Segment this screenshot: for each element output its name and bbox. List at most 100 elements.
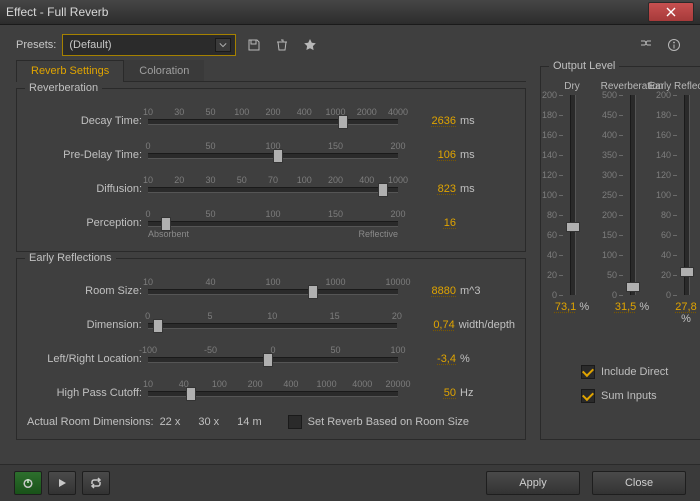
sum-inputs-checkbox[interactable] <box>581 389 595 403</box>
loop-button[interactable] <box>82 471 110 495</box>
delete-preset-button[interactable] <box>272 35 292 55</box>
power-button[interactable] <box>14 471 42 495</box>
slider-thumb[interactable] <box>263 353 273 367</box>
include-direct-label: Include Direct <box>601 366 668 378</box>
slider-dimension[interactable]: 05101520 <box>148 311 397 333</box>
help-button[interactable] <box>664 35 684 55</box>
preset-dropdown-button[interactable] <box>215 38 231 52</box>
slider-track <box>148 187 398 193</box>
preset-select[interactable]: (Default) <box>62 34 236 56</box>
group-title-early: Early Reflections <box>25 252 116 264</box>
tick: 50 <box>237 175 247 185</box>
favorite-button[interactable] <box>300 35 320 55</box>
vtick: 120 <box>542 170 557 180</box>
room-dimensions-row: Actual Room Dimensions: 22 x 30 x 14 m S… <box>27 415 515 429</box>
tick: 10 <box>143 379 153 389</box>
window-title: Effect - Full Reverb <box>6 5 646 19</box>
param-label-lr_loc: Left/Right Location: <box>27 353 148 367</box>
output-num-er[interactable]: 27,8 <box>675 301 696 313</box>
vtrack <box>630 95 636 295</box>
vtick: 0 <box>666 290 671 300</box>
param-label-hpf: High Pass Cutoff: <box>27 387 148 401</box>
apply-button[interactable]: Apply <box>486 471 580 495</box>
vtrack <box>684 95 690 295</box>
value-predelay[interactable]: 106 <box>406 149 456 163</box>
vslider-rev[interactable]: 500450400350300250200150100500 <box>619 95 645 295</box>
power-icon <box>22 477 34 489</box>
close-icon <box>666 7 676 17</box>
output-col-dry: Dry20018016014012010080604020073,1 % <box>551 81 593 325</box>
tick: 150 <box>328 209 343 219</box>
slider-hpf[interactable]: 10401002004001000400020000 <box>148 379 398 401</box>
tick: 15 <box>330 311 340 321</box>
close-button[interactable]: Close <box>592 471 686 495</box>
sum-inputs-label: Sum Inputs <box>601 390 657 402</box>
vthumb[interactable] <box>680 267 694 277</box>
vtick: 80 <box>661 210 671 220</box>
value-diffusion[interactable]: 823 <box>406 183 456 197</box>
play-icon <box>56 477 68 489</box>
value-lr_loc[interactable]: -3,4 <box>406 353 456 367</box>
channel-map-button[interactable] <box>636 35 656 55</box>
vthumb[interactable] <box>626 282 640 292</box>
slider-thumb[interactable] <box>378 183 388 197</box>
group-title-reverberation: Reverberation <box>25 82 102 94</box>
slider-room_size[interactable]: 1040100100010000 <box>148 277 398 299</box>
value-perception[interactable]: 16 <box>406 217 456 231</box>
param-label-predelay: Pre-Delay Time: <box>27 149 148 163</box>
slider-thumb[interactable] <box>308 285 318 299</box>
slider-track <box>148 289 398 295</box>
slider-thumb[interactable] <box>153 319 163 333</box>
output-title-dry: Dry <box>564 81 580 92</box>
output-num-rev[interactable]: 31,5 <box>615 301 636 313</box>
play-button[interactable] <box>48 471 76 495</box>
vtick: 120 <box>656 170 671 180</box>
value-hpf[interactable]: 50 <box>406 387 456 401</box>
param-lr_loc: Left/Right Location:-100-50050100-3,4% <box>27 345 515 367</box>
tick: 0 <box>145 209 150 219</box>
vtick: 180 <box>656 110 671 120</box>
tab-settings[interactable]: Reverb Settings <box>16 60 124 81</box>
presets-label: Presets: <box>16 39 56 51</box>
vtick: 150 <box>602 230 617 240</box>
room-dim-z: 14 m <box>237 416 261 428</box>
trash-icon <box>275 38 289 52</box>
value-room_size[interactable]: 8880 <box>406 285 456 299</box>
tick: -100 <box>139 345 157 355</box>
tick: 40 <box>205 277 215 287</box>
vslider-dry[interactable]: 200180160140120100806040200 <box>559 95 585 295</box>
vtick: 0 <box>612 290 617 300</box>
slider-thumb[interactable] <box>273 149 283 163</box>
vtick: 20 <box>661 270 671 280</box>
slider-decay[interactable]: 103050100200400100020004000 <box>148 107 398 129</box>
vtrack <box>570 95 576 295</box>
tick: 1000 <box>325 277 345 287</box>
slider-predelay[interactable]: 050100150200 <box>148 141 398 163</box>
close-window-button[interactable] <box>648 2 694 22</box>
vslider-er[interactable]: 200180160140120100806040200 <box>673 95 699 295</box>
value-decay[interactable]: 2636 <box>406 115 456 129</box>
vtick: 350 <box>602 150 617 160</box>
tab-coloration[interactable]: Coloration <box>124 60 204 81</box>
unit-decay: ms <box>460 115 475 129</box>
tick: 10 <box>267 311 277 321</box>
tick: 20 <box>392 311 402 321</box>
tick: 30 <box>174 107 184 117</box>
slider-perception[interactable]: 050100150200AbsorbentReflective <box>148 209 398 231</box>
tick: 50 <box>205 141 215 151</box>
slider-thumb[interactable] <box>338 115 348 129</box>
include-direct-checkbox[interactable] <box>581 365 595 379</box>
tick: 20 <box>174 175 184 185</box>
tick: 0 <box>145 141 150 151</box>
value-dimension[interactable]: 0,74 <box>405 319 455 333</box>
slider-lr_loc[interactable]: -100-50050100 <box>148 345 398 367</box>
vtick: 0 <box>552 290 557 300</box>
tick: 100 <box>234 107 249 117</box>
set-reverb-checkbox[interactable] <box>288 415 302 429</box>
slider-thumb[interactable] <box>186 387 196 401</box>
save-preset-button[interactable] <box>244 35 264 55</box>
slider-diffusion[interactable]: 10203050701002004001000 <box>148 175 398 197</box>
output-num-dry[interactable]: 73,1 <box>555 301 576 313</box>
param-diffusion: Diffusion:10203050701002004001000823ms <box>27 175 515 197</box>
vthumb[interactable] <box>566 222 580 232</box>
